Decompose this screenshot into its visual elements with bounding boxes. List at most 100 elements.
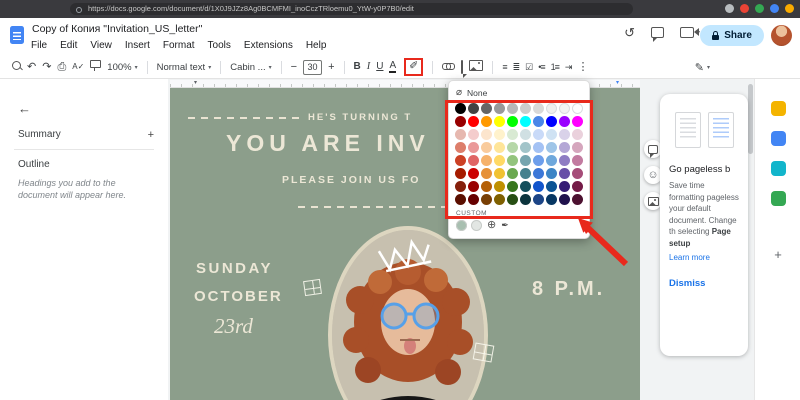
- color-swatch-#990000[interactable]: [468, 181, 479, 192]
- color-swatch-#20124d[interactable]: [559, 194, 570, 205]
- decrease-font-size-button[interactable]: −: [291, 61, 297, 73]
- comments-icon[interactable]: [650, 27, 664, 42]
- color-swatch-#f3f3f3[interactable]: [559, 103, 570, 114]
- color-swatch-#a61c00[interactable]: [455, 168, 466, 179]
- redo-button[interactable]: ↷: [42, 61, 51, 73]
- insert-image-button[interactable]: [469, 60, 484, 74]
- indent-button[interactable]: ⇥: [565, 62, 572, 72]
- line-spacing-button[interactable]: ≣: [513, 62, 520, 72]
- color-swatch-#674ea7[interactable]: [559, 168, 570, 179]
- add-summary-button[interactable]: +: [148, 129, 154, 141]
- align-button[interactable]: ≡: [502, 62, 507, 72]
- menu-help[interactable]: Help: [306, 40, 327, 51]
- checklist-button[interactable]: ☑: [525, 62, 533, 72]
- color-swatch-#4c1130[interactable]: [572, 194, 583, 205]
- color-swatch-#ead1dc[interactable]: [572, 129, 583, 140]
- color-swatch-#dd7e6b[interactable]: [455, 142, 466, 153]
- menu-view[interactable]: View: [90, 40, 112, 51]
- color-swatch-#ffe599[interactable]: [494, 142, 505, 153]
- color-swatch-#93c47d[interactable]: [507, 155, 518, 166]
- color-swatch-#0c343d[interactable]: [520, 194, 531, 205]
- editing-mode-select[interactable]: ✎ ▾: [695, 61, 710, 74]
- italic-button[interactable]: I: [367, 61, 371, 73]
- rail-app-green[interactable]: [770, 191, 786, 206]
- color-swatch-#a4c2f4[interactable]: [533, 142, 544, 153]
- color-swatch-#4a86e8[interactable]: [533, 116, 544, 127]
- color-swatch-#fff2cc[interactable]: [494, 129, 505, 140]
- color-swatch-#274e13[interactable]: [507, 194, 518, 205]
- color-swatch-#a64d79[interactable]: [572, 168, 583, 179]
- profile-red-icon[interactable]: [740, 4, 749, 13]
- learn-more-link[interactable]: Learn more: [669, 253, 739, 262]
- color-swatch-#f4cccc[interactable]: [468, 129, 479, 140]
- color-swatch-#cccccc[interactable]: [520, 103, 531, 114]
- color-swatch-#f6b26b[interactable]: [481, 155, 492, 166]
- color-swatch-#b45f06[interactable]: [481, 181, 492, 192]
- color-swatch-#666666[interactable]: [481, 103, 492, 114]
- color-swatch-#ffffff[interactable]: [572, 103, 583, 114]
- color-swatch-#434343[interactable]: [468, 103, 479, 114]
- color-swatch-#cc4125[interactable]: [455, 155, 466, 166]
- color-swatch-#073763[interactable]: [546, 194, 557, 205]
- paragraph-style-select[interactable]: Normal text ▾: [157, 62, 212, 73]
- color-swatch-#ff0000[interactable]: [468, 116, 479, 127]
- menu-tools[interactable]: Tools: [208, 40, 231, 51]
- share-button[interactable]: Share: [700, 25, 764, 46]
- menu-format[interactable]: Format: [163, 40, 195, 51]
- color-swatch-#cfe2f3[interactable]: [546, 129, 557, 140]
- color-swatch-#d0e0e3[interactable]: [520, 129, 531, 140]
- rail-app-blue[interactable]: [770, 131, 786, 146]
- color-swatch-#00ff00[interactable]: [507, 116, 518, 127]
- color-swatch-#9900ff[interactable]: [559, 116, 570, 127]
- zoom-select[interactable]: 100% ▾: [107, 62, 137, 73]
- color-swatch-#fce5cd[interactable]: [481, 129, 492, 140]
- increase-font-size-button[interactable]: +: [328, 61, 334, 73]
- print-button[interactable]: ⎙: [57, 61, 66, 73]
- color-none-option[interactable]: ⌀ None: [454, 86, 584, 100]
- color-swatch-#351c75[interactable]: [559, 181, 570, 192]
- color-swatch-#ffd966[interactable]: [494, 155, 505, 166]
- color-swatch-#ffff00[interactable]: [494, 116, 505, 127]
- color-swatch-#efefef[interactable]: [546, 103, 557, 114]
- scrollbar-thumb[interactable]: [748, 84, 753, 154]
- color-swatch-#3d85c6[interactable]: [546, 168, 557, 179]
- color-swatch-#ff9900[interactable]: [481, 116, 492, 127]
- paint-format-button[interactable]: [90, 60, 102, 74]
- color-swatch-#741b47[interactable]: [572, 181, 583, 192]
- color-swatch-#b4a7d6[interactable]: [559, 142, 570, 153]
- menu-extensions[interactable]: Extensions: [244, 40, 293, 51]
- color-swatch-#8e7cc3[interactable]: [559, 155, 570, 166]
- color-swatch-#ea9999[interactable]: [468, 142, 479, 153]
- color-swatch-#d9ead3[interactable]: [507, 129, 518, 140]
- color-swatch-#d9d2e9[interactable]: [559, 129, 570, 140]
- menu-edit[interactable]: Edit: [60, 40, 77, 51]
- color-swatch-#76a5af[interactable]: [520, 155, 531, 166]
- insert-link-button[interactable]: [442, 62, 456, 73]
- profile-blue-icon[interactable]: [770, 4, 779, 13]
- color-swatch-#d5a6bd[interactable]: [572, 142, 583, 153]
- search-menus-button[interactable]: [12, 61, 21, 73]
- more-toolbar-options-button[interactable]: ⋮: [577, 61, 588, 73]
- eyedropper-button[interactable]: ✒: [501, 221, 509, 230]
- text-color-button[interactable]: A: [389, 61, 397, 73]
- color-swatch-#c27ba0[interactable]: [572, 155, 583, 166]
- color-swatch-#783f04[interactable]: [481, 194, 492, 205]
- scrollbar[interactable]: [748, 80, 753, 400]
- color-swatch-#00ffff[interactable]: [520, 116, 531, 127]
- color-swatch-#e06666[interactable]: [468, 155, 479, 166]
- undo-button[interactable]: ↶: [27, 61, 36, 73]
- color-swatch-#7f6000[interactable]: [494, 194, 505, 205]
- color-swatch-#980000[interactable]: [455, 116, 466, 127]
- menu-file[interactable]: File: [31, 40, 47, 51]
- color-swatch-#f9cb9c[interactable]: [481, 142, 492, 153]
- color-swatch-#1155cc[interactable]: [533, 181, 544, 192]
- menu-insert[interactable]: Insert: [125, 40, 150, 51]
- color-swatch-#e6b8af[interactable]: [455, 129, 466, 140]
- color-swatch-#0000ff[interactable]: [546, 116, 557, 127]
- custom-color-swatch[interactable]: [471, 220, 482, 231]
- underline-button[interactable]: U: [376, 62, 383, 72]
- extensions-icon[interactable]: [725, 4, 734, 13]
- color-swatch-#a2c4c9[interactable]: [520, 142, 531, 153]
- font-size-field[interactable]: 30: [303, 59, 323, 75]
- profile-green-icon[interactable]: [755, 4, 764, 13]
